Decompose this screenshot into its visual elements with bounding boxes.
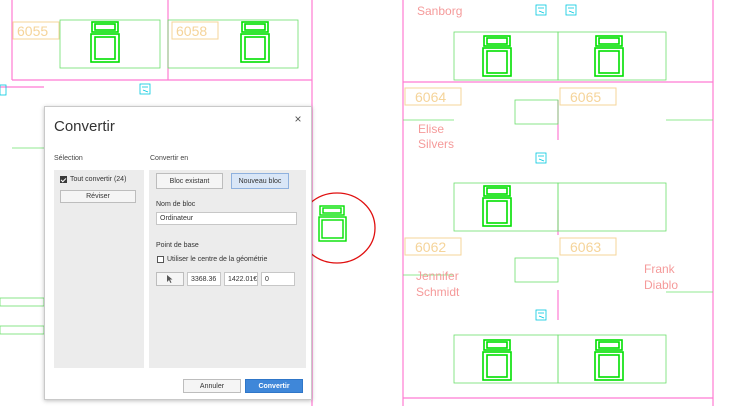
block-name-label: Nom de bloc bbox=[156, 201, 196, 208]
base-point-x-field[interactable]: 3368.36 bbox=[187, 272, 221, 286]
new-block-button[interactable]: Nouveau bloc bbox=[231, 173, 289, 189]
convert-all-label: Tout convertir (24) bbox=[70, 176, 127, 183]
cursor-pick-icon bbox=[167, 275, 173, 283]
base-point-z-field[interactable]: 0 bbox=[261, 272, 295, 286]
selection-label: Sélection bbox=[54, 155, 83, 162]
name-frank-last: Diablo bbox=[644, 278, 678, 292]
name-elise-first: Elise bbox=[418, 122, 444, 136]
room-number-6058: 6058 bbox=[176, 23, 207, 39]
cancel-button[interactable]: Annuler bbox=[183, 379, 241, 393]
pick-point-button[interactable] bbox=[156, 272, 184, 286]
block-name-input[interactable]: Ordinateur bbox=[156, 212, 297, 225]
convert-dialog: Convertir × Sélection Convertir en Tout … bbox=[44, 106, 312, 400]
convert-to-panel: Bloc existant Nouveau bloc Nom de bloc O… bbox=[149, 170, 306, 368]
room-number-6055: 6055 bbox=[17, 23, 48, 39]
convert-to-label: Convertir en bbox=[150, 155, 189, 162]
convert-button[interactable]: Convertir bbox=[245, 379, 303, 393]
room-number-6063: 6063 bbox=[570, 239, 601, 255]
base-point-label: Point de base bbox=[156, 242, 199, 249]
name-frank-first: Frank bbox=[644, 262, 676, 276]
room-number-6065: 6065 bbox=[570, 89, 601, 105]
close-icon[interactable]: × bbox=[292, 113, 304, 125]
name-jennifer-last: Schmidt bbox=[416, 285, 460, 299]
name-elise-last: Silvers bbox=[418, 137, 454, 151]
use-geometry-center-checkbox[interactable] bbox=[157, 256, 164, 263]
convert-all-checkbox[interactable] bbox=[60, 176, 67, 183]
block-preview bbox=[318, 205, 347, 242]
room-number-6064: 6064 bbox=[415, 89, 446, 105]
name-sanborg: Sanborg bbox=[417, 4, 462, 18]
base-point-y-field[interactable]: 1422.01€ bbox=[224, 272, 258, 286]
room-number-6062: 6062 bbox=[415, 239, 446, 255]
existing-block-button[interactable]: Bloc existant bbox=[156, 173, 223, 189]
dialog-title: Convertir bbox=[54, 118, 115, 135]
name-jennifer-first: Jennifer bbox=[416, 269, 459, 283]
review-button[interactable]: Réviser bbox=[60, 190, 136, 203]
selection-panel: Tout convertir (24) Réviser bbox=[54, 170, 144, 368]
use-geometry-center-label: Utiliser le centre de la géométrie bbox=[167, 256, 268, 263]
